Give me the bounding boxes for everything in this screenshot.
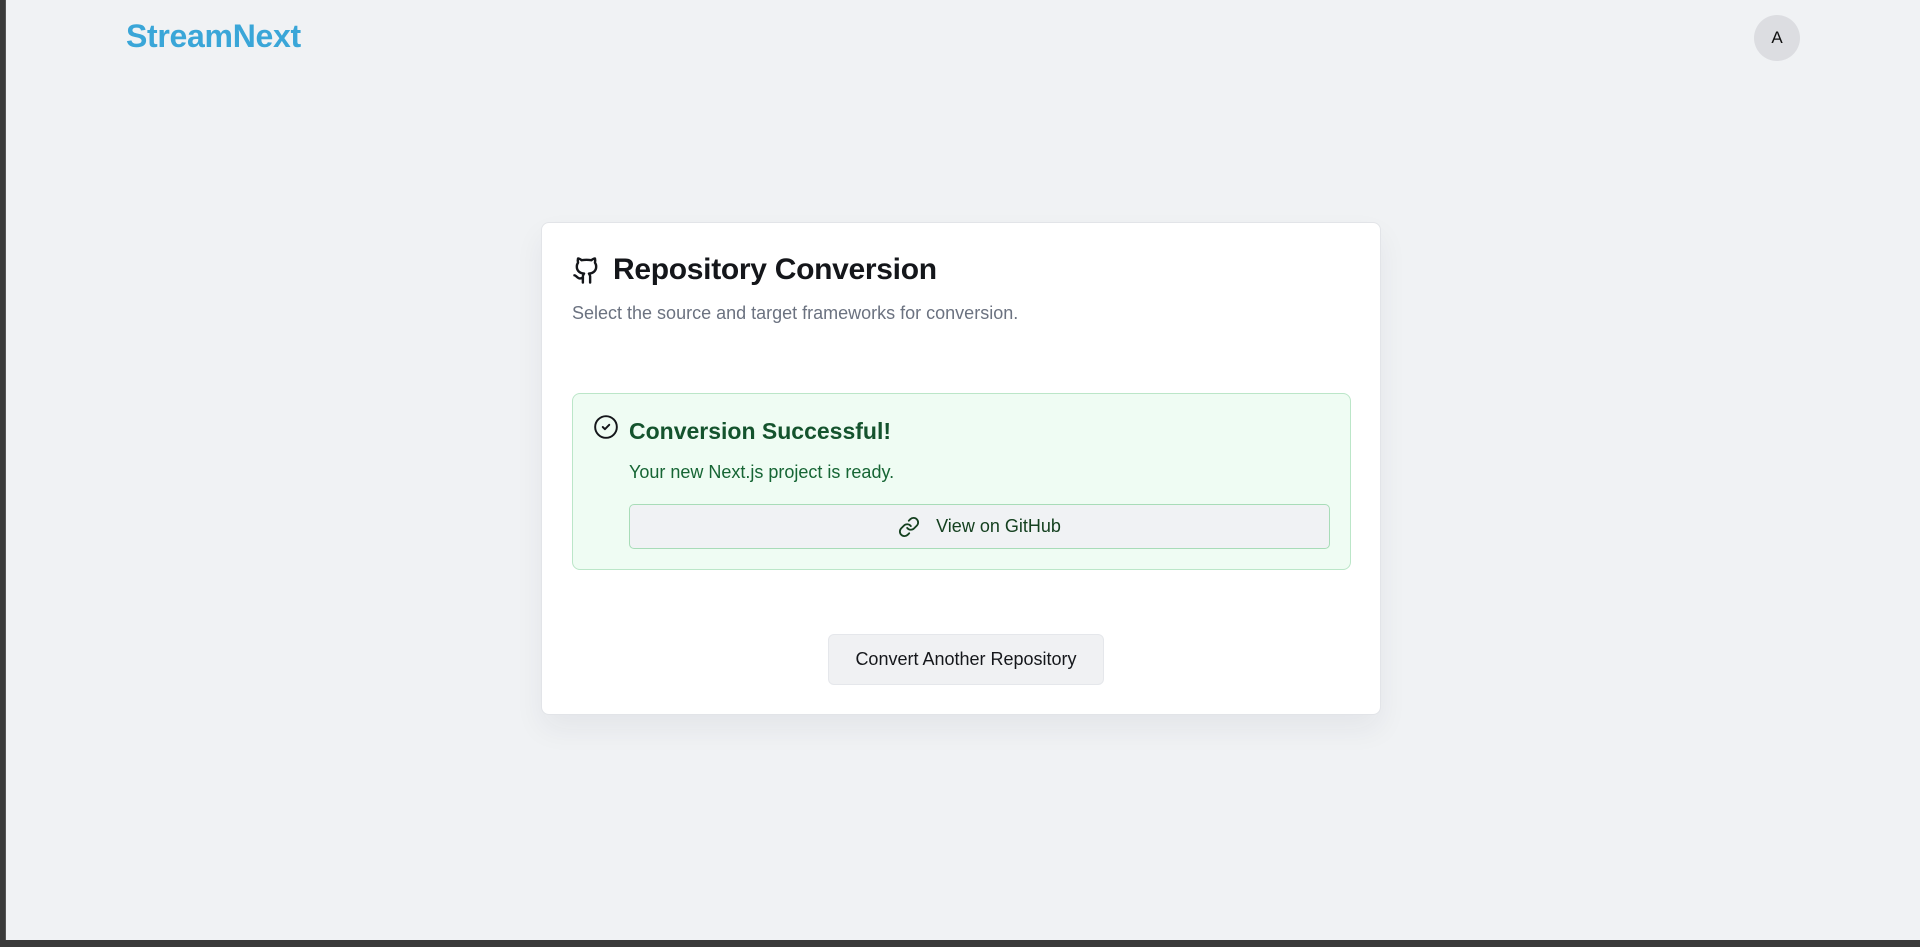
app-window: StreamNext A Repository Conversion Selec… xyxy=(5,0,1920,940)
success-message: Your new Next.js project is ready. xyxy=(629,462,895,482)
success-alert: Conversion Successful! Your new Next.js … xyxy=(572,393,1351,570)
bottom-frame xyxy=(0,940,1920,947)
check-circle-icon xyxy=(593,414,619,440)
github-icon xyxy=(572,256,601,285)
top-header: StreamNext A xyxy=(6,0,1920,75)
success-title: Conversion Successful! xyxy=(629,418,892,444)
view-on-github-label: View on GitHub xyxy=(936,516,1061,536)
card-header: Repository Conversion xyxy=(572,253,937,287)
convert-another-button[interactable]: Convert Another Repository xyxy=(828,634,1104,685)
link-icon xyxy=(898,516,920,538)
page-title: Repository Conversion xyxy=(613,253,937,286)
view-on-github-button[interactable]: View on GitHub xyxy=(629,504,1330,549)
user-avatar[interactable]: A xyxy=(1754,15,1800,61)
repository-conversion-card: Repository Conversion Select the source … xyxy=(541,222,1381,715)
card-subtitle: Select the source and target frameworks … xyxy=(572,303,1019,323)
brand-logo[interactable]: StreamNext xyxy=(126,18,301,55)
